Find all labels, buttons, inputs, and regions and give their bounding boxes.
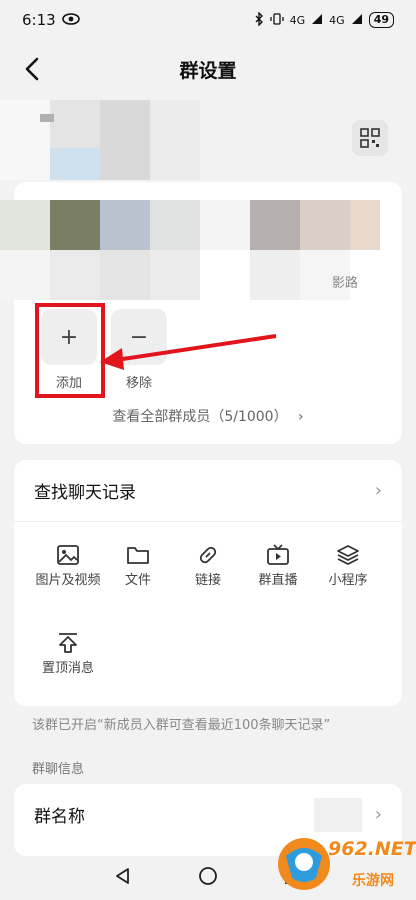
status-bar: 6:13 4G 4G 49: [0, 0, 416, 40]
signal-label-1: 4G: [289, 13, 306, 27]
signal-label-2: 4G: [329, 13, 345, 27]
feature-images-videos[interactable]: 图片及视频: [32, 544, 104, 589]
qr-code-icon: [360, 128, 380, 148]
view-all-members-link[interactable]: 查看全部群成员（5/1000） ›: [14, 406, 402, 426]
feature-group-live[interactable]: 群直播: [242, 544, 314, 589]
remove-member-label: 移除: [125, 376, 152, 391]
group-info-section-title: 群聊信息: [32, 762, 85, 777]
nav-home-button[interactable]: [198, 866, 218, 890]
live-tv-icon: [267, 544, 289, 565]
feature-links[interactable]: 链接: [172, 544, 244, 589]
site-watermark: 962.NET 乐游网: [272, 822, 416, 898]
nav-back-button[interactable]: [113, 866, 133, 890]
annotation-arrow: [100, 334, 277, 370]
nav-bar: 群设置: [0, 44, 416, 94]
signal-icon-2: [351, 13, 363, 28]
pin-top-icon: [59, 633, 77, 653]
feature-label: 小程序: [328, 573, 368, 588]
feature-label: 链接: [194, 573, 221, 588]
feature-files[interactable]: 文件: [102, 544, 174, 589]
watermark-text-bottom: 乐游网: [352, 873, 394, 889]
qr-code-button[interactable]: [352, 120, 388, 156]
circle-home-icon: [199, 867, 217, 885]
group-name-label: 群名称: [34, 806, 85, 827]
feature-label: 文件: [124, 573, 151, 588]
watermark-text-top: 962.NET: [328, 838, 416, 860]
eye-icon: [61, 11, 80, 29]
feature-label: 群直播: [258, 573, 298, 588]
back-button[interactable]: [18, 54, 48, 84]
feature-label: 置顶消息: [41, 661, 94, 676]
feature-label: 图片及视频: [35, 573, 101, 588]
folder-icon: [127, 547, 149, 564]
member-name: 影路: [332, 276, 359, 291]
bluetooth-icon: [254, 10, 264, 29]
group-avatar-blurred: [0, 100, 200, 180]
triangle-back-icon: [115, 868, 129, 884]
chevron-right-icon: ›: [374, 480, 382, 501]
search-chat-history-row[interactable]: 查找聊天记录 ›: [14, 460, 402, 522]
members-card: 影路 + 添加 − 移除 查看全部群成员（5/1000） ›: [0, 182, 402, 444]
image-icon: [57, 545, 79, 565]
battery-indicator: 49: [368, 12, 394, 28]
layers-icon: [337, 545, 359, 566]
vibrate-icon: [269, 12, 284, 29]
group-header: [0, 100, 416, 180]
chevron-right-icon: ›: [298, 409, 304, 425]
page-title: 群设置: [179, 59, 237, 82]
signal-icon-1: [311, 13, 323, 28]
back-arrow-icon: [25, 57, 39, 81]
link-icon: [199, 546, 217, 564]
search-chat-history-title: 查找聊天记录: [34, 483, 136, 503]
status-time: 6:13: [22, 11, 56, 29]
chat-history-card: 查找聊天记录 › 图片及视频 文件 链接 群直播 小程序 置顶消息: [14, 460, 402, 706]
feature-pinned-messages[interactable]: 置顶消息: [32, 632, 104, 677]
feature-mini-programs[interactable]: 小程序: [312, 544, 384, 589]
new-member-notice: 该群已开启“新成员入群可查看最近100条聊天记录”: [32, 718, 331, 733]
view-all-members-text: 查看全部群成员（5/1000）: [112, 409, 288, 425]
